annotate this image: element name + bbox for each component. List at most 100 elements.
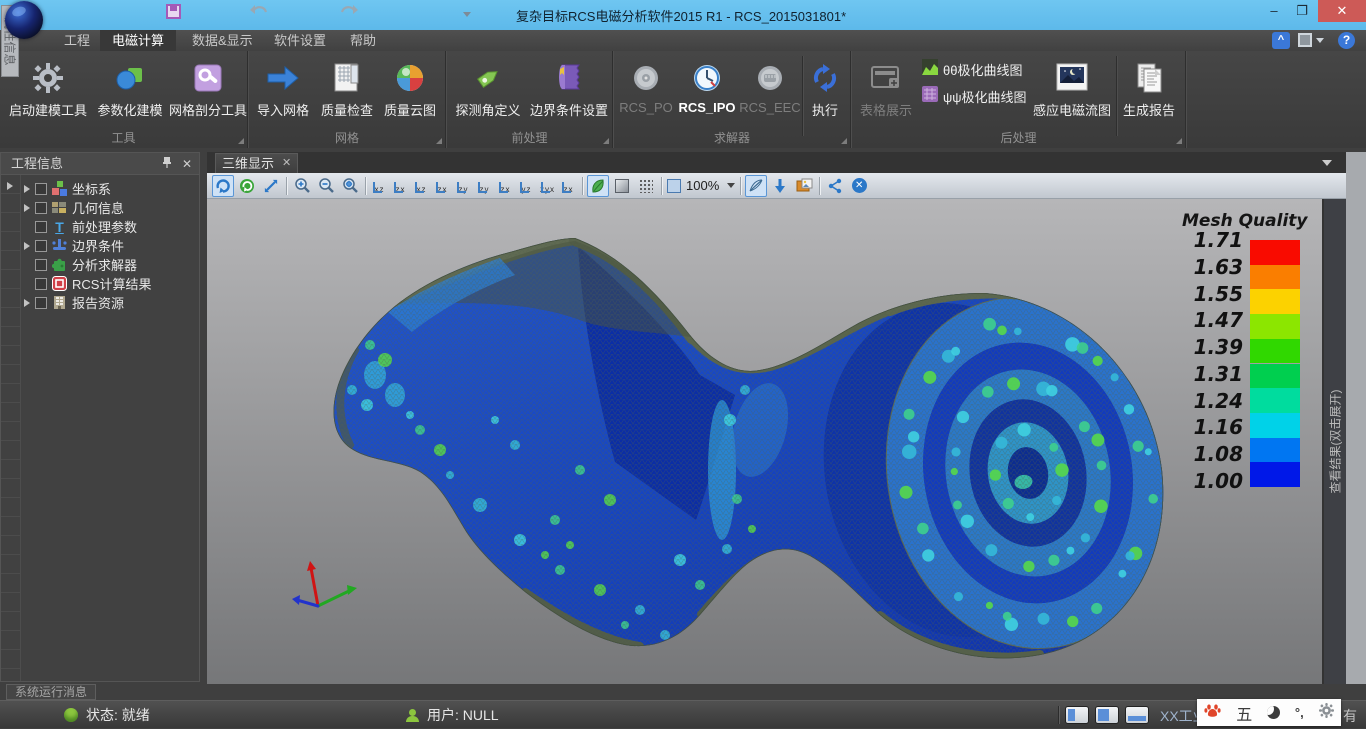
download-result-button[interactable] [769,175,791,197]
tree-checkbox[interactable] [35,278,47,290]
view-orientation-button-5[interactable]: zy [454,176,473,196]
baidu-ime-logo-icon[interactable] [1204,702,1221,723]
ime-mode-button[interactable]: 五 [1236,701,1252,725]
tree-checkbox[interactable] [35,202,47,214]
tab-list-dropdown-icon[interactable] [1322,160,1332,166]
group-dialog-launcher-icon[interactable] [238,138,244,144]
execute-button[interactable]: 执行 [803,54,847,130]
help-icon[interactable]: ? [1338,32,1355,49]
panel-close-icon[interactable]: ✕ [179,156,195,172]
view-orientation-button-3[interactable]: xz [412,176,431,196]
viewport-3d[interactable]: Mesh Quality 1.711.631.551.471.391.311.2… [207,199,1322,684]
zoom-fit-button[interactable] [339,175,361,197]
layout-split-panel-button[interactable] [1095,706,1119,724]
tree-checkbox[interactable] [35,259,47,271]
tree-item-report-resources[interactable]: 报告资源 [21,293,199,312]
ime-punctuation-button[interactable]: °, [1295,705,1304,720]
rcs-eec-button[interactable]: RCS_EEC [738,54,802,130]
restore-button[interactable]: ❐ [1290,0,1314,22]
rcs-ipo-button[interactable]: RCS_IPO [676,54,738,130]
view-orientation-button-1[interactable]: xz [370,176,389,196]
view-orientation-button-8[interactable]: yz [517,176,536,196]
tree-item-coordinate-system[interactable]: 坐标系 [21,179,199,198]
smooth-shade-button[interactable] [587,175,609,197]
view-orientation-button-9[interactable]: zyx [538,176,557,196]
tab-em-compute[interactable]: 电磁计算 [100,30,176,51]
zoom-level-value: 100% [686,178,719,193]
tree-item-geometry-info[interactable]: 几何信息 [21,198,199,217]
zoom-in-button[interactable] [291,175,313,197]
tree-checkbox[interactable] [35,183,47,195]
view-orientation-button-2[interactable]: zx [391,176,410,196]
quality-cloud-map-button[interactable]: 质量云图 [379,54,441,130]
table-display-button[interactable]: 表格展示 [854,54,918,130]
rainbow-sphere-icon [394,58,426,98]
system-messages-tab[interactable]: 系统运行消息 [6,684,96,700]
spin-view-button[interactable] [236,175,258,197]
qat-dropdown-icon[interactable] [456,4,478,24]
app-logo[interactable] [5,1,43,39]
expand-icon[interactable] [24,299,30,307]
tree-checkbox[interactable] [35,240,47,252]
tree-item-rcs-results[interactable]: RCS计算结果 [21,274,199,293]
tab-project[interactable]: 工程 [52,30,102,51]
zoom-level-select[interactable]: 100% [667,178,735,193]
share-view-button[interactable] [824,175,846,197]
display-style-icon[interactable] [1298,33,1312,47]
group-dialog-launcher-icon[interactable] [603,138,609,144]
cancel-button[interactable]: ✕ [848,175,870,197]
theta-polarization-curve-button[interactable]: θθ极化曲线图 [922,57,1028,81]
close-button[interactable]: ✕ [1318,0,1366,22]
rcs-po-button[interactable]: RCS_PO [616,54,676,130]
tree-checkbox[interactable] [35,221,47,233]
boundary-condition-button[interactable]: 边界条件设置 [527,54,611,130]
save-icon[interactable] [166,4,188,24]
image-export-button[interactable] [793,175,815,197]
group-dialog-launcher-icon[interactable] [841,138,847,144]
tab-help[interactable]: 帮助 [338,30,388,51]
tab-3d-display[interactable]: 三维显示 ✕ [215,153,298,173]
minimize-button[interactable]: – [1262,0,1286,22]
view-orientation-button-4[interactable]: zx [433,176,452,196]
layout-left-panel-button[interactable] [1065,706,1089,724]
tree-checkbox[interactable] [35,297,47,309]
import-mesh-button[interactable]: 导入网格 [251,54,315,130]
results-collapsed-bar[interactable]: 查看结果(双击展开) [1324,199,1346,684]
tree-item-analysis-solver[interactable]: 分析求解器 [21,255,199,274]
tab-data-display[interactable]: 数据&显示 [180,30,265,51]
view-orientation-button-10[interactable]: zx [559,176,578,196]
orbit-rotate-button[interactable] [212,175,234,197]
pan-zoom-arrow-button[interactable] [260,175,282,197]
view-orientation-button-6[interactable]: zy [475,176,494,196]
zoom-out-button[interactable] [315,175,337,197]
redo-icon[interactable] [338,4,360,24]
expand-icon[interactable] [24,242,30,250]
tab-close-icon[interactable]: ✕ [282,154,291,173]
ime-settings-gear-icon[interactable] [1319,703,1334,723]
mesh-display-button[interactable] [745,175,767,197]
expand-icon[interactable] [24,204,30,212]
ime-fullwidth-moon-icon[interactable] [1267,706,1280,719]
flat-shade-button[interactable] [611,175,633,197]
induced-current-map-button[interactable]: 感应电磁流图 [1028,54,1116,130]
group-dialog-launcher-icon[interactable] [436,138,442,144]
tree-item-boundary-conditions[interactable]: 边界条件 [21,236,199,255]
detect-angle-define-button[interactable]: 探测角定义 [449,54,527,130]
wireframe-points-button[interactable] [635,175,657,197]
collapse-ribbon-icon[interactable]: ^ [1272,32,1290,49]
layout-bottom-panel-button[interactable] [1125,706,1149,724]
view-orientation-button-7[interactable]: zx [496,176,515,196]
display-style-dropdown-icon[interactable] [1316,38,1324,43]
parametric-modeling-button[interactable]: 参数化建模 [92,54,168,130]
quality-check-button[interactable]: 质量检查 [315,54,379,130]
pin-icon[interactable] [159,156,175,172]
group-dialog-launcher-icon[interactable] [1176,138,1182,144]
tab-settings[interactable]: 软件设置 [262,30,338,51]
tree-item-preprocess-params[interactable]: T 前处理参数 [21,217,199,236]
root-expand-icon[interactable] [7,182,13,190]
undo-icon[interactable] [248,4,270,24]
expand-icon[interactable] [24,185,30,193]
mesh-partition-tool-button[interactable]: 网格剖分工具 [168,54,248,130]
generate-report-button[interactable]: 生成报告 [1117,54,1181,130]
psi-polarization-curve-button[interactable]: ψψ极化曲线图 [922,84,1028,108]
